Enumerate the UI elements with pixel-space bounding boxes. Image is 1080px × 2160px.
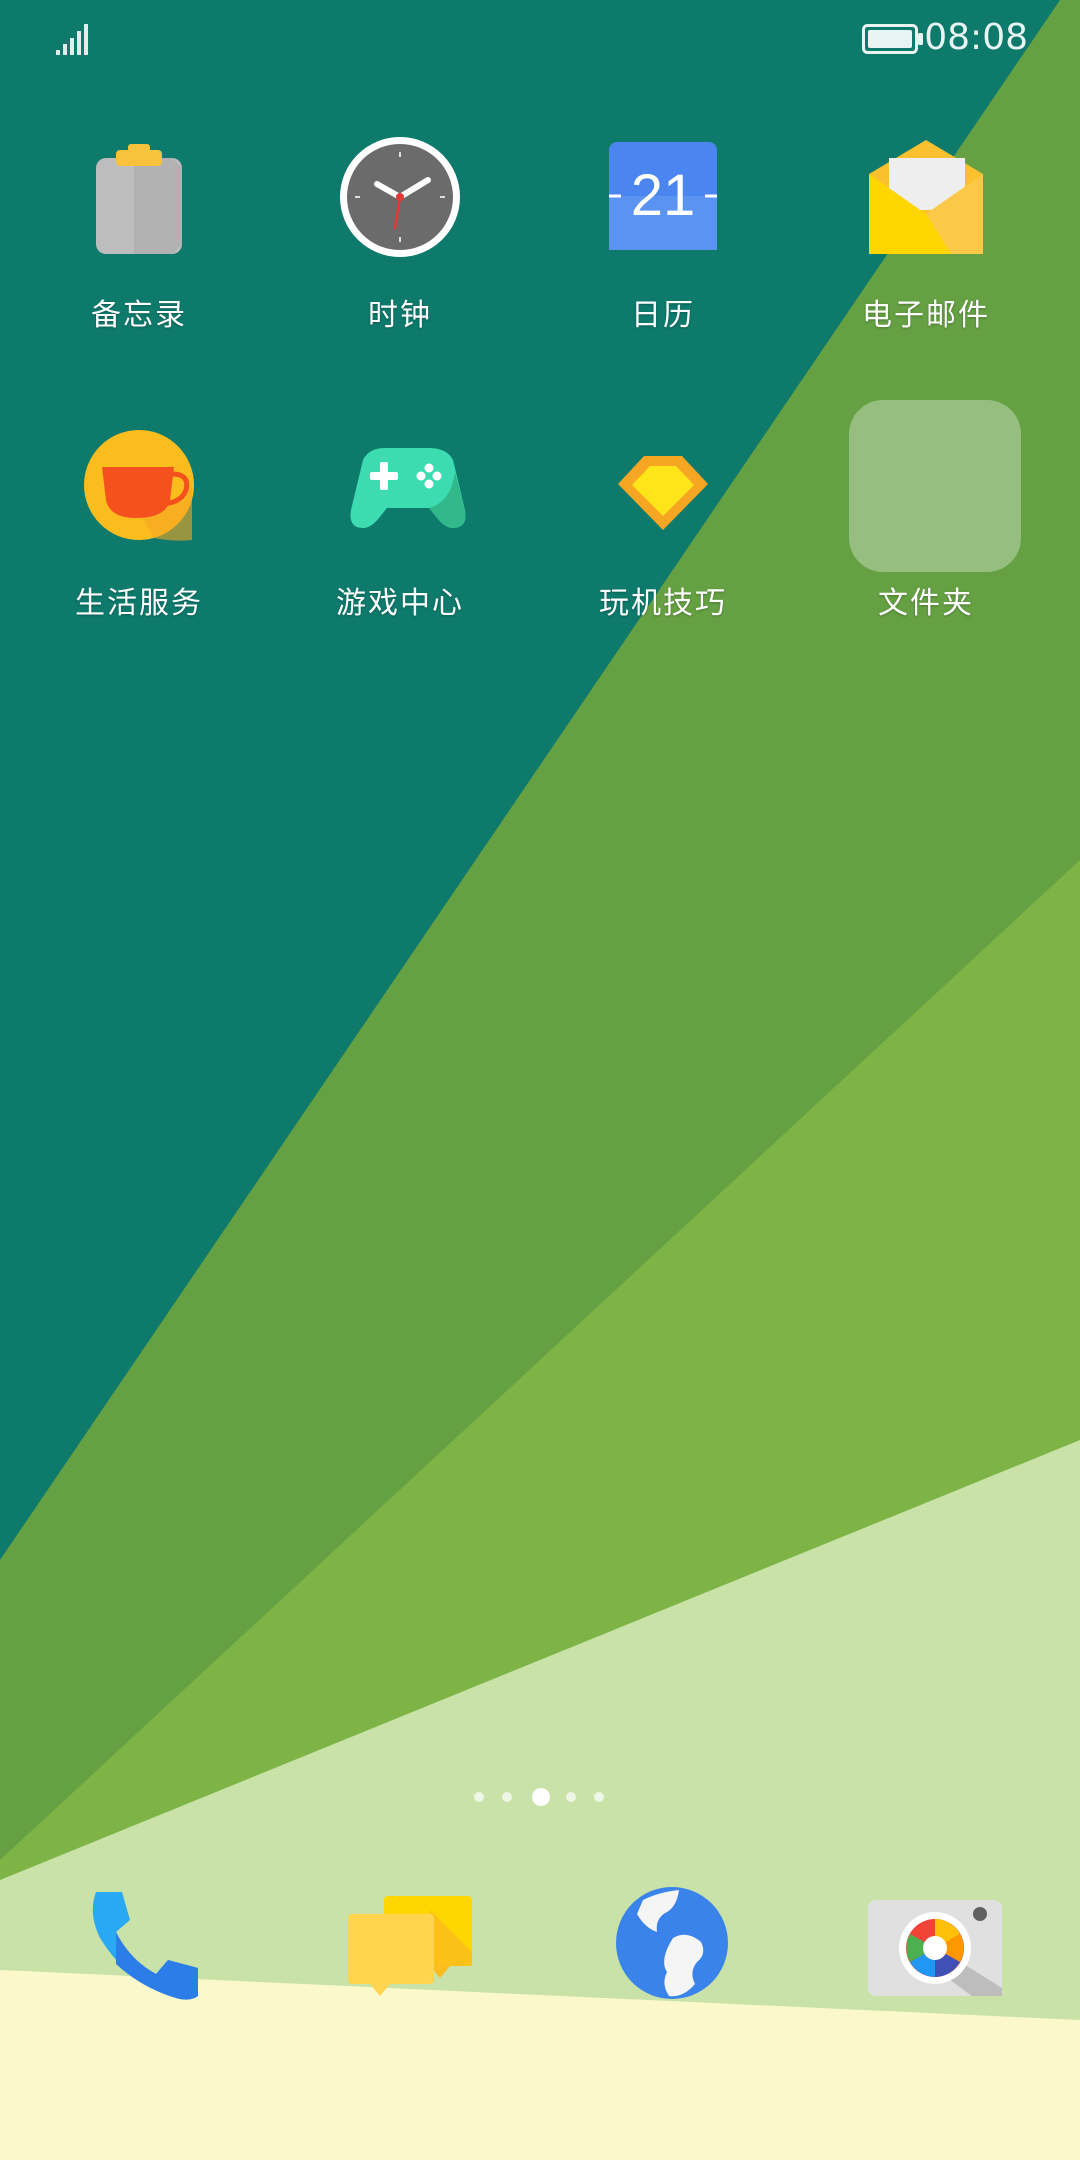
page-dot-active[interactable] [532, 1788, 550, 1806]
notepad-icon [96, 144, 182, 254]
app-label: 电子邮件 [862, 298, 990, 333]
page-dot[interactable] [594, 1792, 604, 1802]
gamepad-icon [350, 448, 466, 528]
coffee-cup-icon [84, 430, 194, 541]
app-life-service[interactable]: 生活服务 [9, 410, 269, 624]
app-label: 玩机技巧 [599, 586, 727, 621]
app-tips[interactable]: 玩机技巧 [533, 410, 793, 624]
app-clock[interactable]: 时钟 [270, 122, 530, 336]
calendar-icon: 21 [609, 142, 717, 250]
clock-icon [340, 137, 460, 257]
page-indicator [470, 1786, 610, 1806]
browser-icon [616, 1887, 728, 1999]
app-calendar[interactable]: 21 日历 [533, 122, 793, 336]
app-label: 时钟 [368, 298, 432, 333]
dock-browser[interactable] [597, 1868, 747, 2018]
app-label: 生活服务 [75, 586, 203, 621]
page-dot[interactable] [502, 1792, 512, 1802]
diamond-icon [618, 456, 708, 530]
app-label: 游戏中心 [336, 586, 464, 621]
page-dot[interactable] [566, 1792, 576, 1802]
messages-icon [348, 1896, 472, 1996]
status-bar: 08:08 [0, 0, 1080, 80]
app-label: 日历 [631, 298, 695, 333]
dock-camera[interactable] [860, 1868, 1010, 2018]
phone-icon [92, 1892, 198, 2000]
status-time: 08:08 [924, 17, 1028, 58]
dock-phone[interactable] [72, 1868, 222, 2018]
app-game-center[interactable]: 游戏中心 [270, 410, 530, 624]
email-icon [869, 140, 983, 254]
app-email[interactable]: 电子邮件 [796, 122, 1056, 336]
page-dot[interactable] [474, 1792, 484, 1802]
app-label: 备忘录 [91, 298, 187, 333]
app-folder[interactable]: 文件夹 [796, 410, 1056, 624]
camera-icon [868, 1900, 1002, 1996]
dock-messages[interactable] [334, 1868, 484, 2018]
battery-icon [862, 24, 923, 54]
app-label: 文件夹 [878, 586, 974, 621]
signal-icon [56, 24, 88, 55]
calendar-day: 21 [631, 163, 696, 228]
app-notepad[interactable]: 备忘录 [9, 122, 269, 336]
